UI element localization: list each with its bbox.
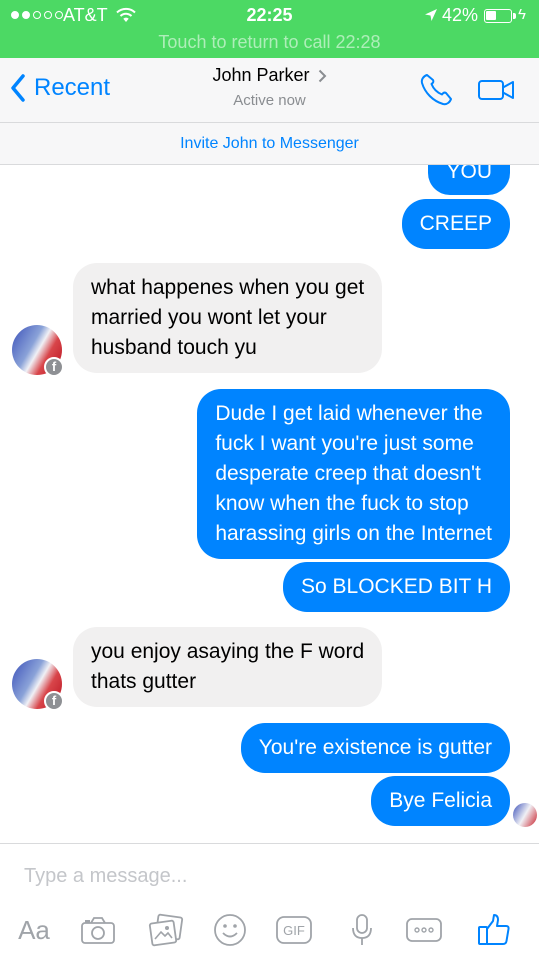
like-button[interactable] xyxy=(474,908,514,952)
message-text: So BLOCKED BIT H xyxy=(300,575,492,598)
message-text-line: know when the fuck to stop xyxy=(215,492,469,515)
emoji-button[interactable] xyxy=(210,908,250,952)
message-bubble-sent[interactable]: Bye Felicia xyxy=(371,776,510,826)
text-format-button[interactable]: Aa xyxy=(10,908,58,952)
voice-clip-button[interactable] xyxy=(342,908,382,952)
composer-toolbar: Aa GIF xyxy=(0,908,539,952)
chevron-left-icon xyxy=(11,74,25,102)
message-input[interactable] xyxy=(12,858,512,894)
video-camera-icon xyxy=(478,80,514,100)
message-text-line: harassing girls on the Internet xyxy=(215,522,492,545)
voice-call-button[interactable] xyxy=(418,72,454,108)
gif-button[interactable]: GIF xyxy=(274,908,314,952)
message-text-line: what happenes when you get xyxy=(91,276,365,299)
contact-title[interactable]: John Parker Active now xyxy=(150,65,389,109)
more-icon xyxy=(406,918,442,942)
battery-nub xyxy=(513,13,516,19)
message-bubble-received[interactable]: you enjoy asaying the F word thats gutte… xyxy=(73,627,383,707)
return-to-call-banner[interactable]: Touch to return to call 22:28 xyxy=(0,32,539,53)
message-bubble-sent[interactable]: YOU xyxy=(428,165,510,195)
message-text: Bye Felicia xyxy=(389,789,492,812)
read-receipt-avatar xyxy=(513,803,537,827)
invite-to-messenger-link[interactable]: Invite John to Messenger xyxy=(0,122,539,165)
camera-icon xyxy=(81,917,115,944)
chevron-right-icon xyxy=(318,69,326,82)
conversation-header: Recent John Parker Active now xyxy=(0,58,539,122)
message-text-line: thats gutter xyxy=(91,670,197,693)
microphone-icon xyxy=(352,914,372,945)
message-bubble-received[interactable]: what happenes when you get married you w… xyxy=(73,263,383,373)
message-text-line: married you wont let your xyxy=(91,306,327,329)
message-text-line: Dude I get laid whenever the xyxy=(215,402,483,425)
video-call-button[interactable] xyxy=(476,75,516,105)
thumbs-up-icon xyxy=(478,914,510,945)
contact-name: John Parker xyxy=(212,65,310,85)
smiley-icon xyxy=(214,914,246,946)
facebook-badge-icon: f xyxy=(44,357,64,377)
location-arrow-icon xyxy=(425,9,437,21)
camera-button[interactable] xyxy=(78,908,118,952)
message-bubble-sent[interactable]: You're existence is gutter xyxy=(240,723,510,773)
message-text-line: husband touch yu xyxy=(91,336,257,359)
battery-percent: 42% xyxy=(442,5,479,25)
text-label: Aa xyxy=(18,914,50,945)
gallery-button[interactable] xyxy=(146,908,186,952)
gif-icon: GIF xyxy=(276,916,312,944)
active-status: Active now xyxy=(233,92,306,109)
charging-icon: ϟ xyxy=(518,6,526,23)
back-button[interactable]: Recent xyxy=(10,74,110,102)
message-text: You're existence is gutter xyxy=(258,736,492,759)
more-button[interactable] xyxy=(404,908,444,952)
photo-gallery-icon xyxy=(148,913,184,947)
phone-icon xyxy=(420,74,452,106)
battery-icon xyxy=(484,9,512,23)
message-composer: Aa xyxy=(0,843,539,960)
back-label: Recent xyxy=(34,74,111,101)
message-bubble-sent[interactable]: So BLOCKED BIT H xyxy=(282,562,510,612)
message-text-line: you enjoy asaying the F word xyxy=(91,640,365,663)
message-bubble-sent[interactable]: Dude I get laid whenever the fuck I want… xyxy=(197,389,510,559)
facebook-badge-icon: f xyxy=(44,691,64,711)
status-bar[interactable]: AT&T 22:25 42% ϟ Touch to return to call… xyxy=(0,0,539,58)
message-text-line: fuck I want you're just some xyxy=(215,432,474,455)
message-thread[interactable]: YOU CREEP what happenes when you get mar… xyxy=(0,165,539,843)
message-text: CREEP xyxy=(419,212,492,235)
message-text-line: desperate creep that doesn't xyxy=(215,462,481,485)
message-text: YOU xyxy=(446,165,492,183)
message-bubble-sent[interactable]: CREEP xyxy=(401,199,510,249)
gif-label: GIF xyxy=(283,923,305,938)
